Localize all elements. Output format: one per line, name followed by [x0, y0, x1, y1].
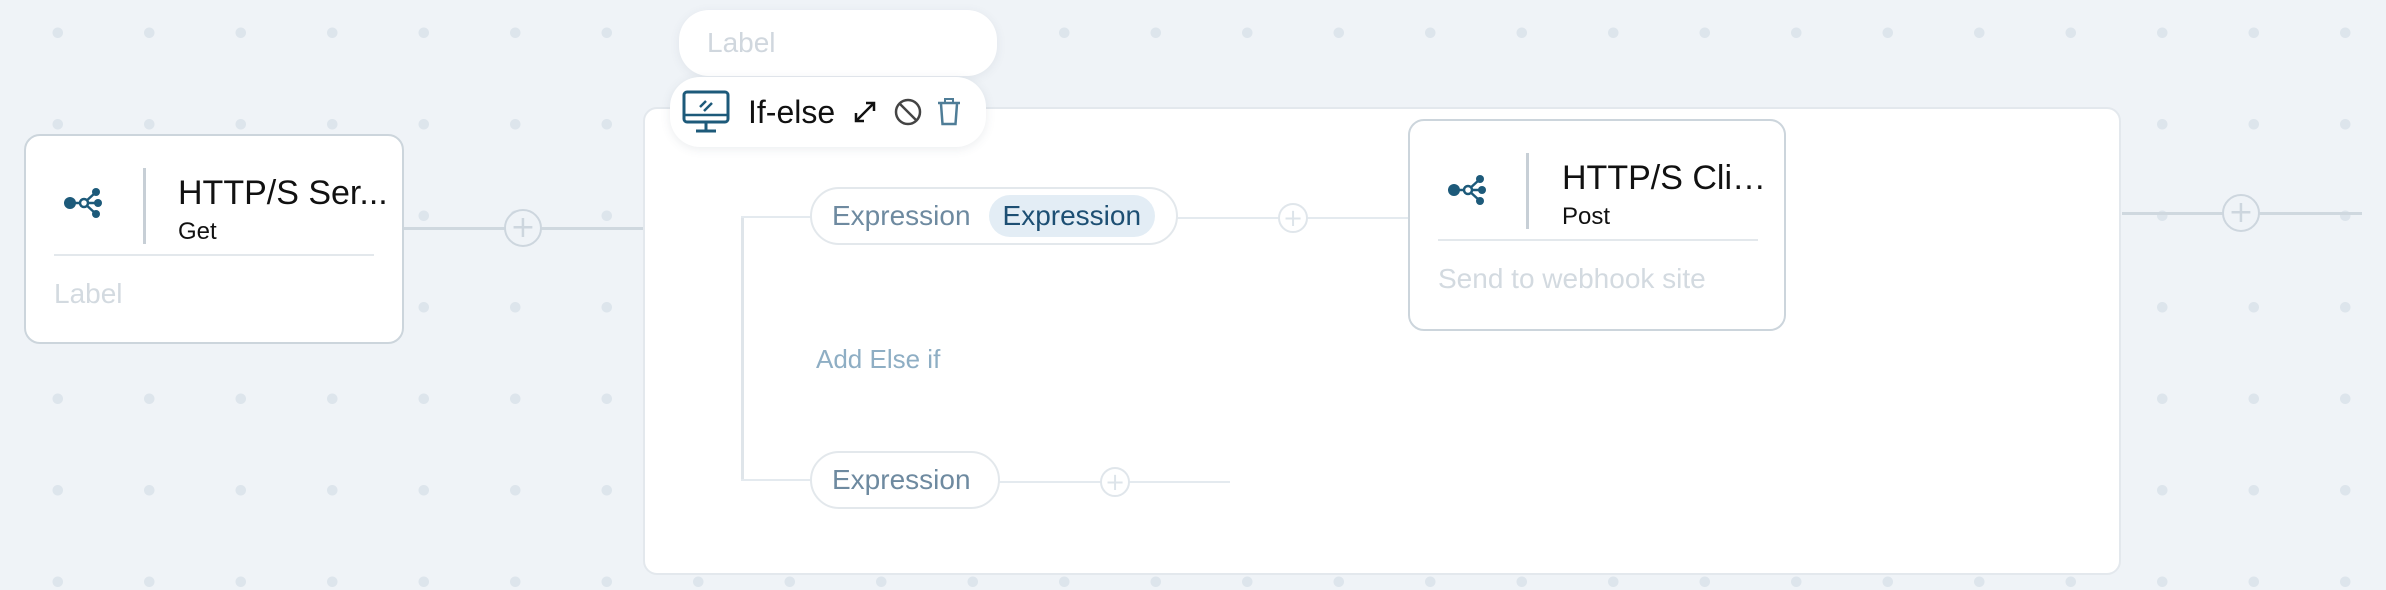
- branch-line: [741, 216, 744, 481]
- node-divider: [1526, 153, 1529, 229]
- add-branch-step-button[interactable]: +: [1278, 203, 1308, 233]
- node-method: Post: [1562, 203, 1611, 230]
- expression-chip[interactable]: Expression: [818, 195, 985, 237]
- ifelse-toolbar: If-else: [670, 77, 986, 147]
- node-label[interactable]: Label: [54, 278, 123, 310]
- branch-line: [741, 479, 811, 481]
- monitor-icon: [682, 89, 730, 135]
- node-title: HTTP/S Ser...: [178, 174, 388, 212]
- http-client-node[interactable]: HTTP/S Clie... Post Send to webhook site: [1408, 119, 1786, 331]
- share-nodes-icon: [1446, 173, 1488, 212]
- add-step-button[interactable]: +: [2222, 194, 2260, 232]
- expression-chip[interactable]: Expression: [818, 459, 985, 501]
- expression-chip-selected[interactable]: Expression: [988, 195, 1156, 237]
- node-divider: [143, 168, 146, 244]
- if-condition-pill[interactable]: Expression Expression: [810, 187, 1178, 245]
- add-else-if-link[interactable]: Add Else if: [816, 344, 940, 375]
- ifelse-title: If-else: [748, 93, 836, 130]
- add-step-button[interactable]: +: [504, 209, 542, 247]
- branch-line: [1345, 217, 1407, 219]
- node-method: Get: [178, 218, 217, 245]
- node-title: HTTP/S Clie...: [1562, 159, 1777, 197]
- else-condition-pill[interactable]: Expression: [810, 451, 1000, 509]
- node-separator: [1438, 239, 1758, 241]
- share-nodes-icon: [62, 186, 104, 225]
- node-separator: [54, 254, 374, 256]
- trash-icon[interactable]: [935, 97, 963, 127]
- disable-icon[interactable]: [893, 97, 923, 127]
- expand-icon[interactable]: [851, 98, 879, 126]
- add-branch-step-button[interactable]: +: [1100, 467, 1130, 497]
- node-label[interactable]: Send to webhook site: [1438, 263, 1706, 295]
- ifelse-label-input[interactable]: Label: [679, 10, 997, 76]
- http-server-node[interactable]: HTTP/S Ser... Get Label: [24, 134, 404, 344]
- branch-line: [741, 216, 811, 218]
